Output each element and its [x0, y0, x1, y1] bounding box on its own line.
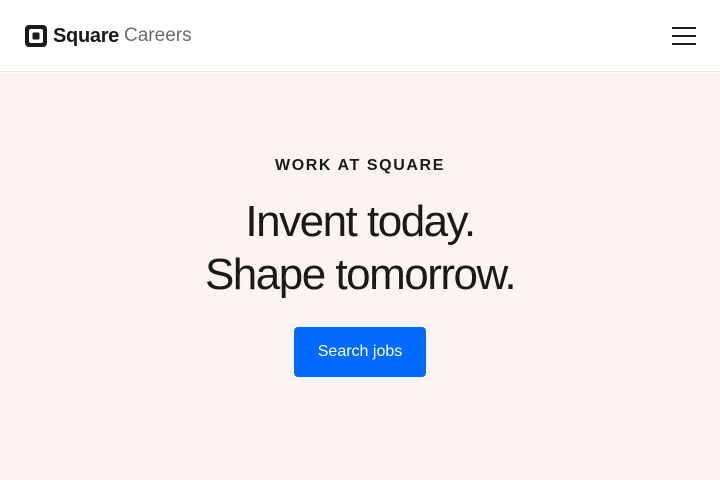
menu-button[interactable]: [670, 24, 698, 48]
search-jobs-button[interactable]: Search jobs: [294, 327, 426, 377]
hamburger-menu-icon: [672, 27, 696, 45]
square-careers-logo-link[interactable]: Square Careers: [25, 24, 192, 48]
headline-line-1: Invent today.: [245, 197, 476, 246]
logo-wordmark: Square: [53, 24, 120, 47]
site-header: Square Careers: [0, 0, 720, 72]
logo-careers-label: Careers: [124, 25, 192, 46]
hero-headline: Invent today. Shape tomorrow.: [0, 195, 720, 301]
hero-section: WORK AT SQUARE Invent today. Shape tomor…: [0, 73, 720, 480]
square-logo-icon: [25, 25, 47, 47]
headline-line-2: Shape tomorrow.: [204, 250, 517, 299]
hero-eyebrow: WORK AT SQUARE: [275, 157, 445, 174]
